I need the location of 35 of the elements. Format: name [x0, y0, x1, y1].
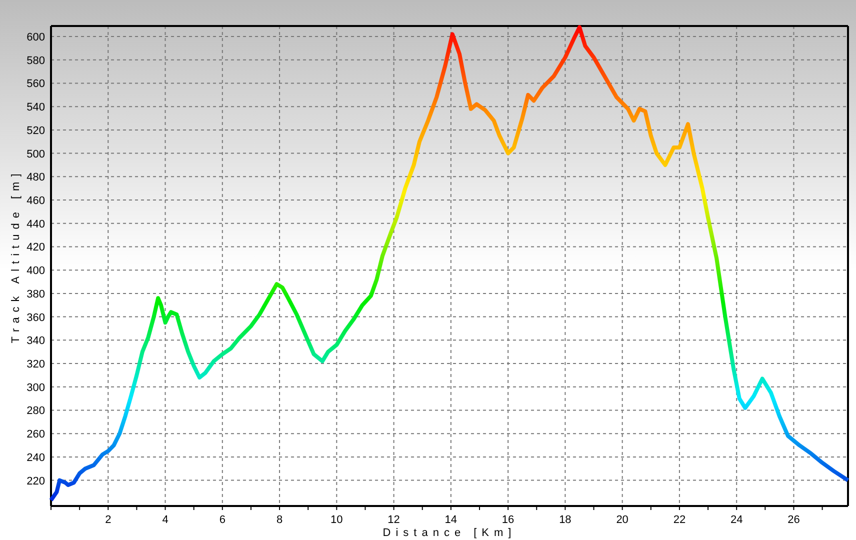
y-tick-label: 380 [26, 288, 45, 300]
y-tick-label: 560 [26, 78, 45, 90]
y-tick-label: 520 [26, 124, 45, 137]
y-tick-label: 540 [26, 102, 45, 114]
x-tick-label: 26 [788, 514, 800, 526]
y-axis-title: Track Altitude [m] [10, 168, 22, 344]
x-axis-title: Distance [Km] [382, 527, 516, 539]
y-tick-label: 240 [26, 452, 45, 464]
y-tick-label: 360 [26, 312, 45, 324]
x-tick-label: 16 [502, 514, 514, 526]
x-tick-label: 18 [559, 514, 572, 526]
x-tick-label: 2 [105, 514, 112, 526]
y-tick-label: 440 [26, 218, 45, 230]
x-tick-label: 20 [616, 514, 628, 526]
x-tick-label: 8 [276, 514, 283, 526]
x-tick-label: 12 [388, 514, 400, 526]
y-tick-label: 480 [26, 172, 45, 184]
y-tick-label: 460 [26, 195, 45, 208]
y-tick-label: 500 [26, 148, 45, 160]
y-tick-label: 400 [26, 265, 45, 278]
y-tick-label: 300 [26, 382, 45, 394]
y-tick-label: 260 [26, 428, 45, 441]
x-tick-label: 10 [330, 514, 343, 526]
x-tick-label: 24 [730, 514, 743, 526]
y-tick-label: 580 [26, 54, 45, 67]
x-tick-label: 6 [219, 514, 226, 526]
x-tick-label: 4 [162, 514, 168, 526]
y-tick-label: 220 [26, 475, 45, 488]
y-tick-label: 420 [26, 242, 45, 254]
y-tick-label: 320 [26, 358, 45, 371]
x-tick-label: 22 [673, 514, 686, 526]
x-tick-label: 14 [444, 514, 458, 526]
y-tick-label: 600 [26, 32, 45, 44]
y-tick-label: 280 [26, 405, 45, 418]
y-tick-label: 340 [26, 335, 45, 348]
